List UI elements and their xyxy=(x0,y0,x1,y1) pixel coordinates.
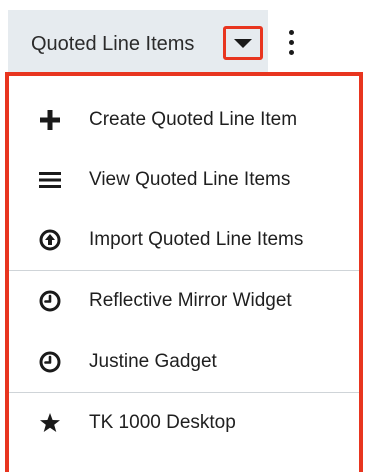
clock-icon xyxy=(39,290,61,312)
menu-item-view-quoted-line-items[interactable]: View Quoted Line Items xyxy=(9,150,359,210)
kebab-menu-icon[interactable] xyxy=(286,30,298,56)
list-icon xyxy=(39,172,61,188)
menu-item-label: TK 1000 Desktop xyxy=(89,412,236,433)
star-icon xyxy=(40,413,60,432)
menu-item-label: Create Quoted Line Item xyxy=(89,109,298,130)
menu-item-import-quoted-line-items[interactable]: Import Quoted Line Items xyxy=(9,210,359,270)
menu-item-justine-gadget[interactable]: Justine Gadget xyxy=(9,332,359,392)
menu-item-label: View Quoted Line Items xyxy=(89,169,291,190)
caret-down-icon xyxy=(234,39,252,48)
module-dropdown-menu: Create Quoted Line Item View Quoted Line… xyxy=(5,72,363,472)
clock-icon xyxy=(39,351,61,373)
plus-icon xyxy=(40,110,60,130)
module-tab-label[interactable]: Quoted Line Items xyxy=(31,32,194,56)
menu-item-label: Justine Gadget xyxy=(89,351,217,372)
menu-item-label: Import Quoted Line Items xyxy=(89,229,304,250)
menu-item-create-quoted-line-item[interactable]: Create Quoted Line Item xyxy=(9,90,359,150)
top-strip xyxy=(0,0,366,10)
menu-item-tk-1000-desktop[interactable]: TK 1000 Desktop xyxy=(9,393,359,453)
menu-item-label: Reflective Mirror Widget xyxy=(89,290,292,311)
upload-circle-icon xyxy=(39,229,61,251)
module-dropdown-toggle-button[interactable] xyxy=(223,26,263,60)
menu-item-reflective-mirror-widget[interactable]: Reflective Mirror Widget xyxy=(9,271,359,331)
